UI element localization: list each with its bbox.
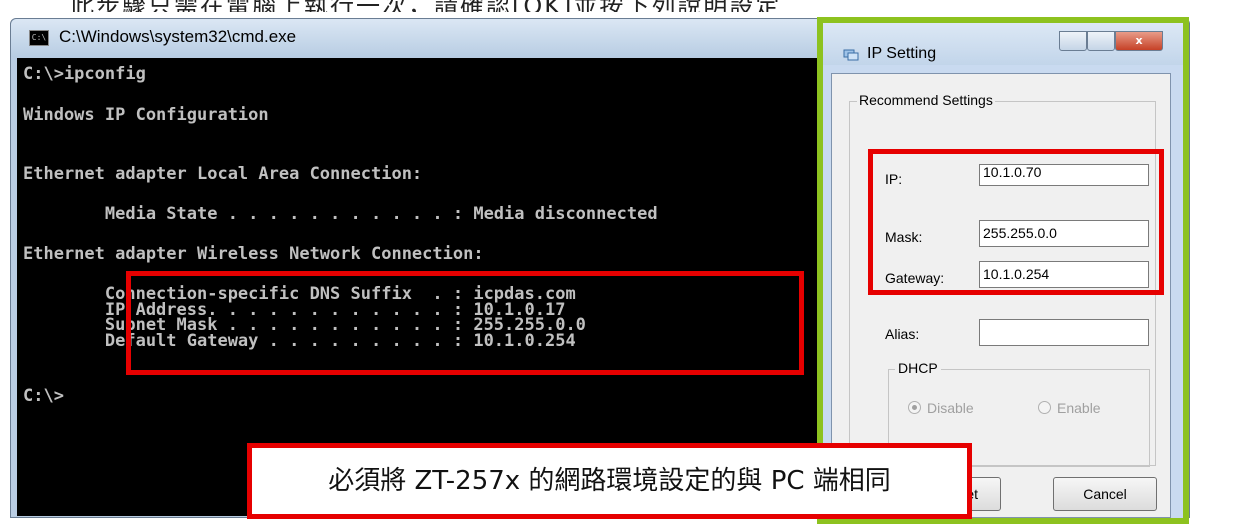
radio-icon	[1038, 401, 1051, 414]
alias-field[interactable]	[979, 319, 1149, 346]
page-header-fragment: 此步驟只需在電腦上執行一次，請確認[OK]並按下列說明設定	[0, 0, 1050, 12]
dhcp-disable-label: Disable	[927, 400, 974, 416]
dhcp-enable-radio[interactable]: Enable	[1038, 400, 1101, 416]
dhcp-label: DHCP	[895, 360, 941, 376]
settings-highlight-box	[868, 149, 1164, 295]
dialog-close-button[interactable]: x	[1115, 31, 1163, 51]
dialog-title: IP Setting	[867, 45, 937, 62]
alias-label: Alias:	[885, 326, 920, 342]
console-line: C:\>	[23, 386, 64, 406]
dialog-maximize-button[interactable]	[1087, 31, 1115, 51]
cancel-button[interactable]: Cancel	[1053, 477, 1157, 511]
dhcp-enable-label: Enable	[1057, 400, 1101, 416]
dialog-minimize-button[interactable]	[1059, 31, 1087, 51]
ipconfig-highlight-box	[126, 271, 804, 375]
annotation-callout: 必須將 ZT-257x 的網路環境設定的與 PC 端相同	[247, 443, 972, 519]
console-line: Windows IP Configuration	[23, 105, 269, 125]
cmd-window-title: C:\Windows\system32\cmd.exe	[59, 27, 297, 46]
dialog-titlebar[interactable]: IP Setting x	[823, 23, 1183, 65]
console-line: Ethernet adapter Wireless Network Connec…	[23, 244, 484, 264]
network-icon	[843, 49, 859, 61]
console-line: C:\>ipconfig	[23, 64, 146, 84]
radio-selected-icon	[908, 401, 921, 414]
dhcp-disable-radio[interactable]: Disable	[908, 400, 974, 416]
console-icon: C:\	[29, 30, 49, 46]
group-label: Recommend Settings	[857, 92, 995, 108]
console-line: Ethernet adapter Local Area Connection:	[23, 164, 423, 184]
console-line: Media State . . . . . . . . . . . : Medi…	[23, 204, 658, 224]
